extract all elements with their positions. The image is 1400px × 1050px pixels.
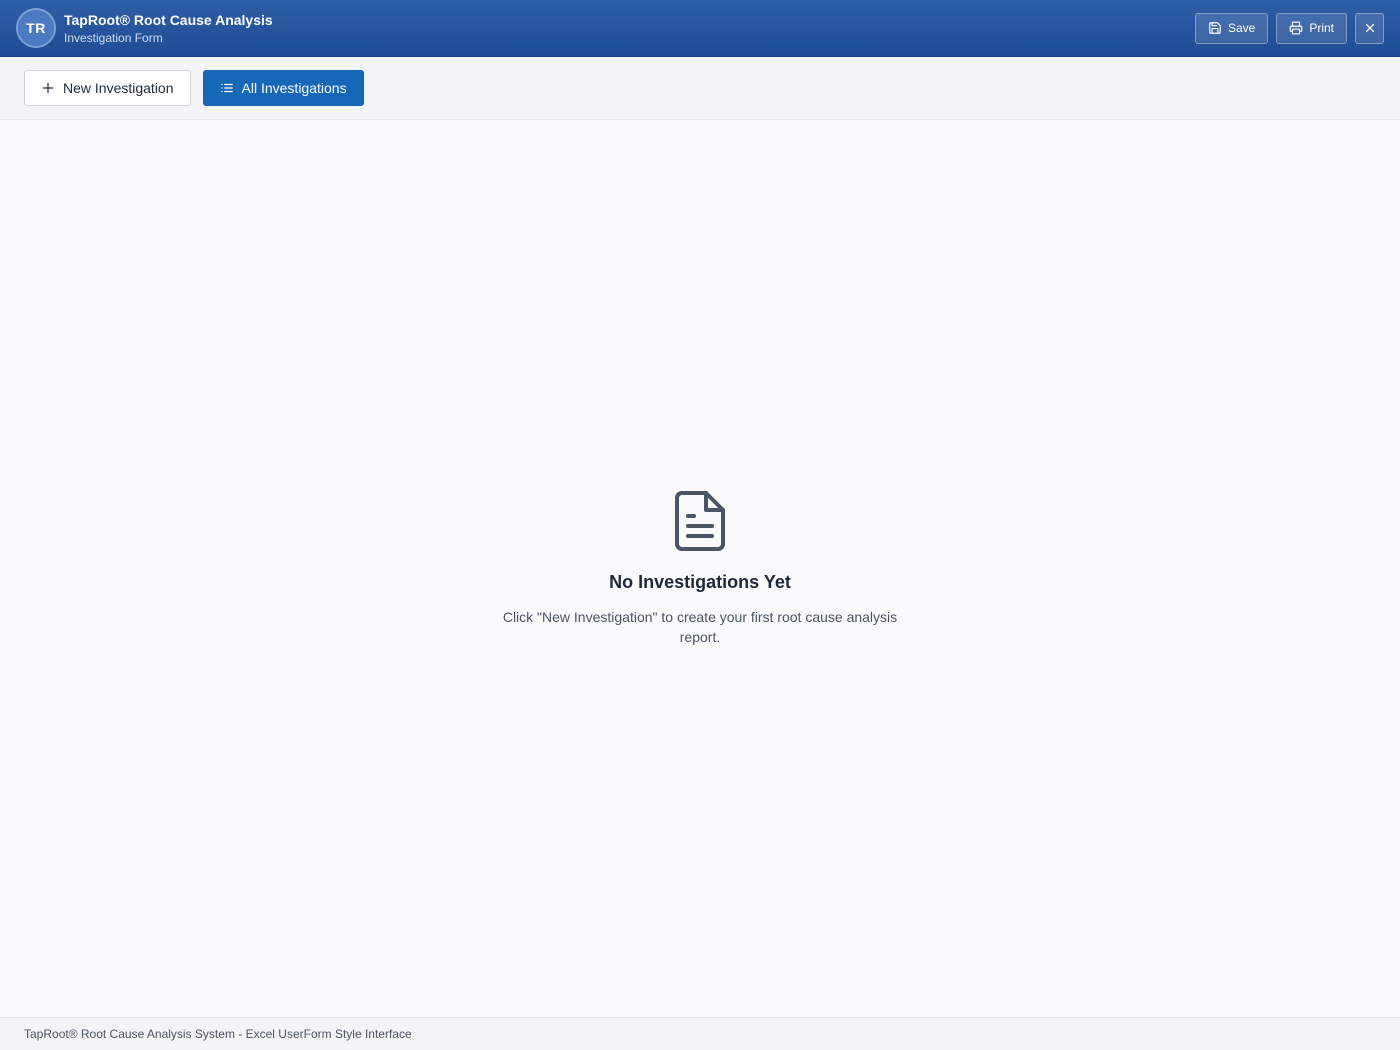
empty-state: No Investigations Yet Click "New Investi… [0,490,1400,647]
empty-state-description: Click "New Investigation" to create your… [502,609,898,645]
printer-icon [1289,21,1303,35]
footer: TapRoot® Root Cause Analysis System - Ex… [0,1017,1400,1050]
app-title: TapRoot® Root Cause Analysis [64,11,273,28]
plus-icon [42,82,54,94]
all-investigations-label: All Investigations [241,80,347,96]
footer-text: TapRoot® Root Cause Analysis System - Ex… [24,1027,412,1041]
new-investigation-button[interactable]: New Investigation [24,70,191,106]
main-content: No Investigations Yet Click "New Investi… [0,120,1400,1017]
save-button[interactable]: Save [1194,12,1269,44]
document-icon [675,491,725,551]
all-investigations-button[interactable]: All Investigations [202,70,364,106]
new-investigation-label: New Investigation [63,80,174,96]
save-button-label: Save [1227,21,1256,35]
close-button[interactable] [1355,12,1384,44]
empty-state-title: No Investigations Yet [609,572,791,592]
header-bar: TR TapRoot® Root Cause Analysis Investig… [0,0,1400,57]
toolbar: New Investigation All Investigations [0,57,1400,120]
save-icon [1209,22,1221,34]
close-icon [1365,23,1374,33]
list-icon [220,83,233,93]
avatar: TR [16,8,56,48]
print-button-label: Print [1309,21,1334,35]
app-window: TR TapRoot® Root Cause Analysis Investig… [0,0,1400,1050]
print-button[interactable]: Print [1276,12,1347,44]
header-titles: TapRoot® Root Cause Analysis Investigati… [64,11,273,46]
app-subtitle: Investigation Form [64,30,163,45]
header-actions: Save Print [1194,12,1384,44]
